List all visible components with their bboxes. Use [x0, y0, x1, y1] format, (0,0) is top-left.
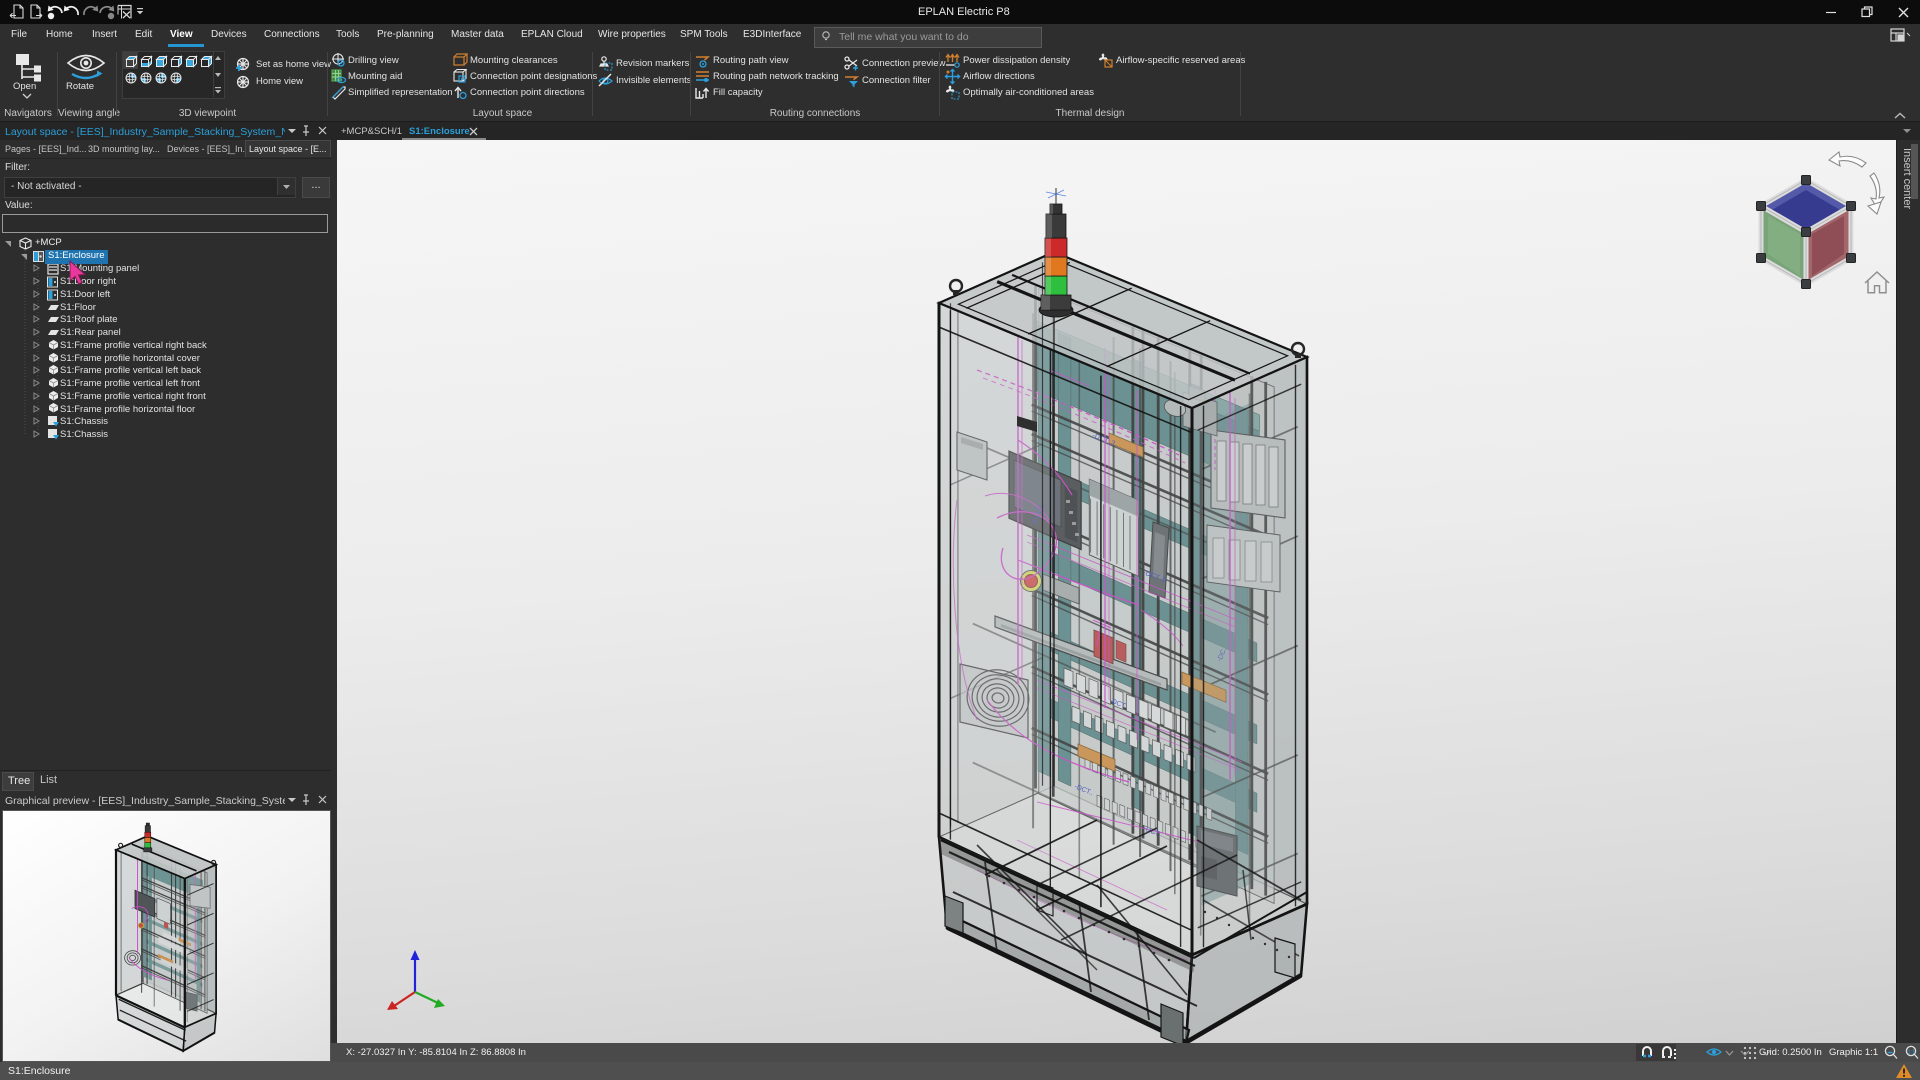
svg-text:1:1: 1:1: [1908, 1050, 1916, 1056]
